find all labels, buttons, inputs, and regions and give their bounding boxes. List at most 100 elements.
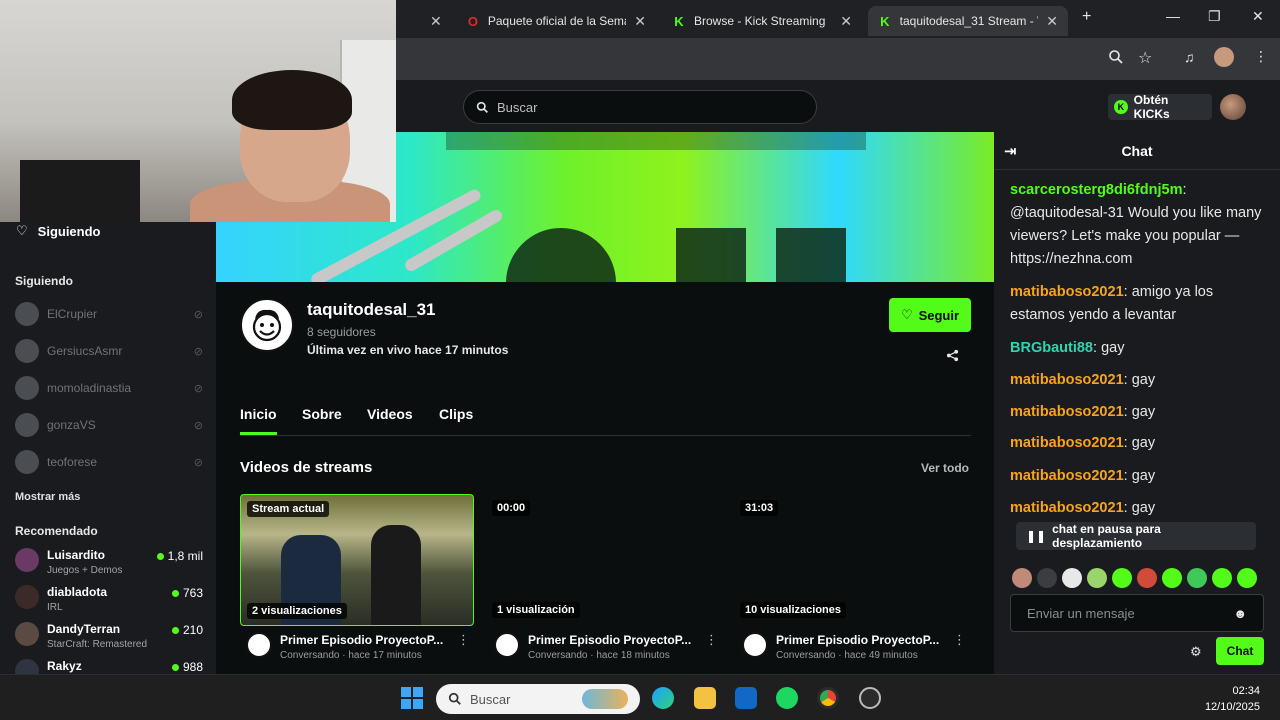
profile-avatar-icon[interactable] [1214,47,1234,67]
send-chat-button[interactable]: Chat [1216,637,1264,665]
bookmark-star-icon[interactable]: ☆ [1138,48,1152,68]
get-kicks-button[interactable]: K Obtén KICKs [1108,93,1212,121]
sidebar-item-label: momoladinastia [47,381,132,395]
emote-icon[interactable] [1137,568,1157,588]
media-control-icon[interactable]: ♫ [1184,49,1195,65]
video-thumbnail[interactable]: Stream actual 2 visualizaciones [240,494,474,626]
recommended-item-rakyz[interactable]: Rakyz 988 [15,659,203,674]
follow-button[interactable]: ♡ Seguir [889,298,971,332]
emote-bar [1012,568,1272,590]
avatar [246,632,272,658]
spotify-icon[interactable] [776,687,798,709]
outlook-icon[interactable] [735,687,757,709]
browser-tab-1[interactable]: O Paquete oficial de la Semana ✕ [456,6,656,36]
video-title[interactable]: Primer Episodio ProyectoP... [776,632,944,648]
video-card[interactable]: Stream actual 2 visualizaciones Primer E… [240,494,474,672]
search-input[interactable]: Buscar [463,90,817,124]
sidebar-item-momoladinastia[interactable]: momoladinastia ⊘ [15,374,203,402]
smiley-avatar-icon [252,309,282,342]
new-tab-button[interactable]: + [1082,8,1091,26]
chat-username[interactable]: matibaboso2021 [1010,284,1124,300]
emote-icon[interactable] [1112,568,1132,588]
chrome-icon[interactable] [817,687,839,709]
recommended-item-luisardito[interactable]: Luisardito Juegos + Demos 1,8 mil [15,548,203,582]
view-count-badge: 1 visualización [492,602,580,618]
system-clock[interactable]: 02:34 12/10/2025 [1205,683,1260,715]
sidebar-item-teoforese[interactable]: teoforese ⊘ [15,448,203,476]
tab-sobre[interactable]: Sobre [302,406,342,422]
sidebar-item-label: GersiucsAsmr [47,344,123,358]
search-icon [476,101,488,113]
more-options-icon[interactable]: ⋮ [953,632,966,664]
tab-close-icon[interactable]: ✕ [1046,13,1058,30]
chat-paused-banner[interactable]: ❚❚ chat en pausa para desplazamiento [1016,522,1256,550]
browser-tab-0[interactable]: ✕ [420,6,448,36]
sidebar-item-elcrupier[interactable]: ElCrupier ⊘ [15,300,203,328]
sidebar-item-gonzavs[interactable]: gonzaVS ⊘ [15,411,203,439]
obs-icon[interactable] [859,687,881,709]
more-options-icon[interactable]: ⋮ [705,632,718,664]
video-card[interactable]: 31:03 10 visualizaciones Primer Episodio… [736,494,970,672]
more-options-icon[interactable]: ⋮ [457,632,470,664]
chat-input-placeholder: Enviar un mensaje [1027,605,1135,621]
video-title[interactable]: Primer Episodio ProyectoP... [280,632,448,648]
chat-username[interactable]: matibaboso2021 [1010,435,1124,451]
video-title[interactable]: Primer Episodio ProyectoP... [528,632,696,648]
zoom-icon[interactable] [1108,49,1124,68]
video-card[interactable]: 00:00 1 visualización Primer Episodio Pr… [488,494,722,672]
chat-username[interactable]: matibaboso2021 [1010,372,1124,388]
view-all-link[interactable]: Ver todo [921,461,969,475]
video-thumbnail[interactable]: 00:00 1 visualización [488,494,722,626]
recommended-item-dandyterran[interactable]: DandyTerran StarCraft: Remastered 210 [15,622,203,656]
browser-menu-icon[interactable]: ⋮ [1254,48,1268,65]
chat-message-input[interactable]: Enviar un mensaje ☻ [1010,594,1264,632]
share-icon[interactable] [946,349,959,365]
emote-icon[interactable] [1212,568,1232,588]
channel-avatar[interactable] [240,298,294,352]
user-avatar[interactable] [1220,94,1246,120]
emote-icon[interactable] [1237,568,1257,588]
show-more-link[interactable]: Mostrar más [15,491,80,503]
channel-name: Luisardito [47,548,106,562]
offline-icon: ⊘ [193,419,203,432]
chat-username[interactable]: scarcerosterg8di6fdnj5m [1010,182,1182,198]
recommended-item-diabladota[interactable]: diabladota IRL 763 [15,585,203,619]
taskbar-search-input[interactable]: Buscar [436,684,640,714]
channel-name: DandyTerran [47,622,121,636]
close-window-button[interactable]: ✕ [1252,8,1264,25]
emote-icon[interactable] [1062,568,1082,588]
tab-videos[interactable]: Videos [367,406,413,422]
browser-tab-2[interactable]: K Browse - Kick Streaming ✕ [662,6,862,36]
emote-icon[interactable] [1087,568,1107,588]
sidebar-item-gersiucsasmr[interactable]: GersiucsAsmr ⊘ [15,337,203,365]
tab-close-icon[interactable]: ✕ [840,13,852,30]
tab-close-icon[interactable]: ✕ [430,13,442,30]
live-dot-icon [171,664,179,671]
emote-icon[interactable] [1037,568,1057,588]
chat-username[interactable]: matibaboso2021 [1010,468,1124,484]
follow-label: Seguir [918,307,960,323]
emoji-icon[interactable]: ☻ [1233,606,1247,621]
browser-tab-3-active[interactable]: K taquitodesal_31 Stream - W ✕ [868,6,1068,36]
emote-icon[interactable] [1187,568,1207,588]
chat-username[interactable]: BRGbauti88 [1010,340,1093,356]
emote-icon[interactable] [1012,568,1032,588]
emote-icon[interactable] [1162,568,1182,588]
collapse-chat-icon[interactable]: ⇥ [1004,142,1017,160]
gear-icon[interactable]: ⚙ [1190,644,1202,660]
chat-text: gay [1131,468,1156,484]
edge-icon[interactable] [652,687,674,709]
maximize-button[interactable]: ❐ [1208,8,1221,25]
tab-close-icon[interactable]: ✕ [634,13,646,30]
chat-username[interactable]: matibaboso2021 [1010,500,1124,516]
chat-username[interactable]: matibaboso2021 [1010,404,1124,420]
sidebar-following-link[interactable]: ♡ Siguiendo [16,222,101,240]
tab-clips[interactable]: Clips [439,406,473,422]
chat-text: @taquitodesal-31 Would you like many vie… [1010,205,1262,267]
windows-start-icon[interactable] [401,687,423,709]
tab-inicio[interactable]: Inicio [240,406,277,435]
file-explorer-icon[interactable] [694,687,716,709]
minimize-button[interactable]: — [1166,8,1180,24]
video-thumbnail[interactable]: 31:03 10 visualizaciones [736,494,970,626]
sidebar-item-label: gonzaVS [47,418,96,432]
